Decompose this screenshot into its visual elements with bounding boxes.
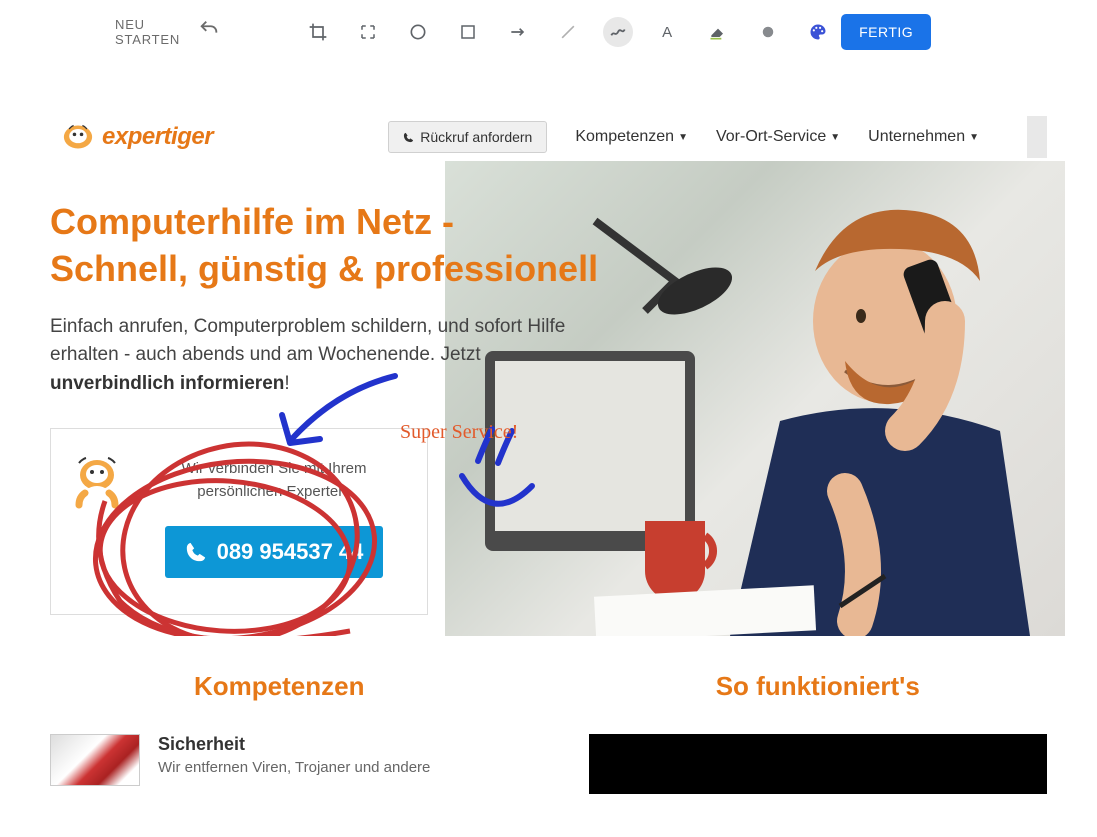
circle-icon[interactable] [403,17,433,47]
nav-kompetenzen[interactable]: Kompetenzen ▼ [575,128,688,146]
chevron-down-icon: ▼ [678,132,688,143]
hero-sub-part2: ! [284,373,289,394]
competence-title: Sicherheit [158,734,430,755]
columns-section: Kompetenzen Sicherheit Wir entfernen Vir… [0,636,1097,794]
callback-label: Rückruf anfordern [420,129,532,145]
hero-title-line1: Computerhilfe im Netz - [50,201,454,242]
nav-label: Unternehmen [868,128,965,146]
restart-button[interactable]: NEU STARTEN [115,17,180,47]
competence-text: Sicherheit Wir entfernen Viren, Trojaner… [158,734,430,776]
site-header: expertiger Rückruf anfordern Kompetenzen… [0,114,1097,160]
contact-text: Wir verbinden Sie mit Ihrem persönlichen… [141,457,407,504]
logo-mascot-icon [60,122,96,152]
hero-section: Computerhilfe im Netz - Schnell, günstig… [0,161,1097,636]
hamburger-menu[interactable] [1027,116,1047,158]
undo-icon[interactable] [198,18,220,46]
competence-desc: Wir entfernen Viren, Trojaner und andere [158,759,430,776]
site-wrapper: expertiger Rückruf anfordern Kompetenzen… [0,114,1097,794]
logo-text: expertiger [102,123,213,151]
nav-label: Kompetenzen [575,128,674,146]
kompetenzen-column: Kompetenzen Sicherheit Wir entfernen Vir… [50,671,509,794]
arrow-icon[interactable] [503,17,533,47]
hero-sub-part1: Einfach anrufen, Computerproblem schilde… [50,316,565,366]
competence-thumbnail [50,734,140,786]
text-icon[interactable]: A [653,17,683,47]
sofunktionierts-title: So funktioniert's [589,671,1048,702]
video-player[interactable] [589,734,1048,794]
logo[interactable]: expertiger [60,122,213,152]
chevron-down-icon: ▼ [830,132,840,143]
callback-button[interactable]: Rückruf anfordern [388,121,547,153]
main-nav: Rückruf anfordern Kompetenzen ▼ Vor-Ort-S… [388,116,1047,158]
hero-sub-bold: unverbindlich informieren [50,373,284,394]
hero-title: Computerhilfe im Netz - Schnell, günstig… [50,199,610,293]
blur-icon[interactable] [753,17,783,47]
hero-subtitle: Einfach anrufen, Computerproblem schilde… [50,313,610,399]
phone-button[interactable]: 089 954537 44 [165,526,384,578]
phone-icon [185,541,207,563]
kompetenzen-title: Kompetenzen [50,671,509,702]
crop-icon[interactable] [303,17,333,47]
editor-toolbar: NEU STARTEN A [0,0,1097,64]
palette-icon[interactable] [803,17,833,47]
svg-text:A: A [662,24,672,41]
editor-left-group: NEU STARTEN [115,17,220,47]
scribble-icon[interactable] [603,17,633,47]
mascot-icon [71,457,123,513]
nav-unternehmen[interactable]: Unternehmen ▼ [868,128,979,146]
highlighter-icon[interactable] [703,17,733,47]
editor-tools: A [303,17,833,47]
fullscreen-icon[interactable] [353,17,383,47]
line-icon[interactable] [553,17,583,47]
chevron-down-icon: ▼ [969,132,979,143]
square-icon[interactable] [453,17,483,47]
phone-number: 089 954537 44 [217,539,364,565]
sofunktionierts-column: So funktioniert's [589,671,1048,794]
contact-box: Wir verbinden Sie mit Ihrem persönlichen… [50,428,428,615]
hero-title-line2: Schnell, günstig & professionell [50,248,598,289]
nav-label: Vor-Ort-Service [716,128,826,146]
contact-right: Wir verbinden Sie mit Ihrem persönlichen… [141,457,407,578]
competence-item[interactable]: Sicherheit Wir entfernen Viren, Trojaner… [50,734,509,786]
hero-content: Computerhilfe im Netz - Schnell, günstig… [50,199,610,615]
done-button[interactable]: FERTIG [841,14,931,50]
nav-vor-ort[interactable]: Vor-Ort-Service ▼ [716,128,840,146]
